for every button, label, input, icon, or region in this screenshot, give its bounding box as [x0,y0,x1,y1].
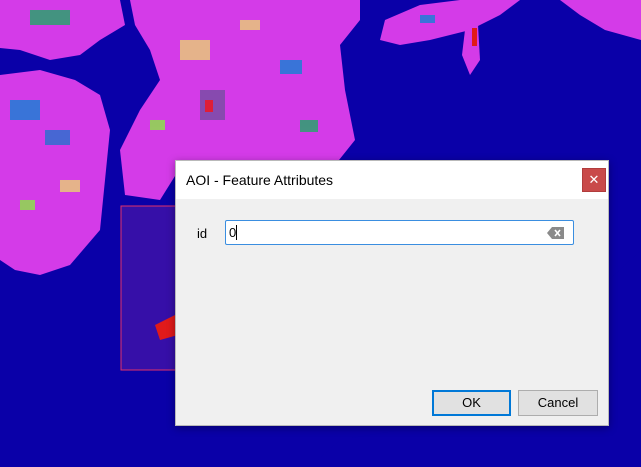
id-field-label: id [197,226,208,241]
close-button[interactable]: ✕ [582,168,606,192]
feature-attributes-dialog: AOI - Feature Attributes ✕ id 0 OK Cance… [175,160,609,426]
ok-button[interactable]: OK [432,390,511,416]
clear-field-icon[interactable] [547,226,565,240]
dialog-titlebar[interactable]: AOI - Feature Attributes ✕ [176,161,608,199]
text-caret [236,225,237,240]
dialog-title: AOI - Feature Attributes [186,172,334,188]
cancel-button[interactable]: Cancel [518,390,598,416]
id-input[interactable]: 0 [225,220,574,245]
close-icon: ✕ [588,172,600,187]
